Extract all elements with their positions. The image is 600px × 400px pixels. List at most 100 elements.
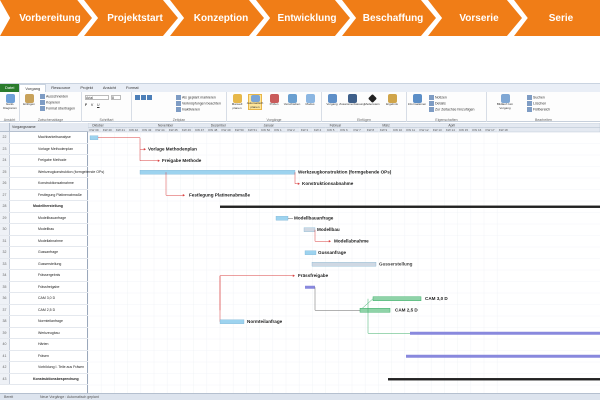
tab-vorgang[interactable]: Vorgang bbox=[19, 84, 47, 92]
information-button[interactable]: Informationen bbox=[408, 94, 426, 110]
mode-button[interactable]: Modus bbox=[303, 94, 317, 110]
task-bar-normteil[interactable] bbox=[219, 319, 245, 324]
add-to-timeline-button[interactable]: Zur Zeitachse hinzufügen bbox=[429, 107, 475, 112]
table-row[interactable]: 38 Normteilanfrage bbox=[0, 316, 88, 328]
table-row[interactable]: 41 Fräsen bbox=[0, 350, 88, 362]
copy-button[interactable]: Kopieren bbox=[40, 100, 60, 105]
table-row[interactable]: 40 Härten bbox=[0, 339, 88, 351]
button-label: Format übertragen bbox=[46, 106, 75, 111]
fill-button[interactable]: Füllbereich bbox=[527, 107, 550, 112]
font-size-select[interactable]: 8 bbox=[111, 95, 121, 100]
task-bar-purple[interactable] bbox=[305, 285, 315, 289]
tab-ansicht[interactable]: Ansicht bbox=[98, 84, 121, 92]
link-arrow[interactable] bbox=[143, 147, 146, 151]
phase-vorbereitung[interactable]: Vorbereitung bbox=[0, 0, 92, 36]
underline-button[interactable]: U bbox=[97, 103, 100, 107]
task-bar-gusserstellung[interactable] bbox=[311, 262, 377, 267]
auto-schedule-button[interactable]: Automatisch planen bbox=[247, 94, 263, 110]
task-bar-gussanfrage[interactable] bbox=[304, 250, 317, 255]
link-arrow[interactable] bbox=[292, 274, 295, 278]
table-row[interactable]: 28 Modellherstellung bbox=[0, 201, 88, 213]
insert-summary-button[interactable]: Zusammenfassung bbox=[339, 94, 365, 110]
month-label: Dezember bbox=[211, 124, 227, 128]
task-bar-fraesen[interactable] bbox=[406, 354, 600, 358]
italic-button[interactable]: K bbox=[91, 103, 93, 107]
table-row[interactable]: 43 Konstruktionsbesprechung bbox=[0, 373, 88, 385]
manual-schedule-button[interactable]: Manuell planen bbox=[230, 94, 244, 110]
week-label: KW 16 bbox=[472, 128, 481, 132]
table-row[interactable]: 33 Gusserstellung bbox=[0, 258, 88, 270]
scroll-to-task-button[interactable]: Bildlauf zum Vorgang bbox=[492, 94, 518, 110]
task-bar-werkzeugbau[interactable] bbox=[410, 331, 600, 335]
tab-format[interactable]: Format bbox=[121, 84, 144, 92]
task-bar-cam30[interactable] bbox=[372, 296, 422, 301]
gantt-label-konstruktion: Konstruktionsabnahme bbox=[302, 181, 354, 186]
task-bar-machbarkeit[interactable] bbox=[89, 135, 99, 140]
phase-serie[interactable]: Serie bbox=[514, 0, 600, 36]
progress-buttons[interactable] bbox=[135, 95, 153, 100]
phase-beschaffung[interactable]: Beschaffung bbox=[342, 0, 436, 36]
tab-datei[interactable]: Datei bbox=[0, 84, 20, 92]
gantt-chart[interactable]: Oktober November Dezember Januar Februar März… bbox=[88, 123, 600, 393]
table-row[interactable]: 35 Frässfreigabe bbox=[0, 281, 88, 293]
link-arrow[interactable] bbox=[297, 182, 300, 186]
inspect-button[interactable]: Prüfen bbox=[267, 94, 281, 110]
table-row[interactable]: 26 Konstruktionsabnahme bbox=[0, 178, 88, 190]
table-row[interactable]: 24 Freigabe Methode bbox=[0, 155, 88, 167]
bold-button[interactable]: F bbox=[85, 103, 87, 107]
table-row[interactable]: 42 Vorbildung I. Teile aus Fräsen bbox=[0, 362, 88, 374]
table-row[interactable]: 23 Vorlage Methodenplan bbox=[0, 143, 88, 155]
row-id: 31 bbox=[0, 235, 10, 246]
phase-konzeption[interactable]: Konzeption bbox=[170, 0, 264, 36]
cut-button[interactable]: Ausschneiden bbox=[40, 94, 68, 99]
phase-entwicklung[interactable]: Entwicklung bbox=[256, 0, 350, 36]
insert-milestone-button[interactable]: Meilenstein bbox=[364, 94, 380, 110]
phase-projektstart[interactable]: Projektstart bbox=[84, 0, 178, 36]
inactivate-button[interactable]: Inaktivieren bbox=[176, 107, 200, 112]
table-row[interactable]: 22 Machbarkeitsanalyse bbox=[0, 132, 88, 144]
table-row[interactable]: 36 CAM 3,0 D bbox=[0, 293, 88, 305]
table-row[interactable]: 32 Gussanfrage bbox=[0, 247, 88, 259]
details-button[interactable]: Details bbox=[429, 101, 446, 106]
task-name: Frässergebnis bbox=[38, 273, 61, 277]
clear-button[interactable]: Löschen bbox=[527, 101, 546, 106]
link-arrow[interactable] bbox=[157, 159, 160, 163]
summary-bar-konstruktion[interactable] bbox=[388, 378, 600, 381]
phase-vorserie[interactable]: Vorserie bbox=[428, 0, 522, 36]
select-all-corner[interactable] bbox=[0, 123, 10, 132]
table-row[interactable]: 30 Modellbau bbox=[0, 224, 88, 236]
paste-button[interactable]: Einfügen bbox=[22, 94, 36, 110]
gantt-view-button[interactable]: Gantt-Diagramm bbox=[3, 94, 17, 110]
format-painter-button[interactable]: Format übertragen bbox=[40, 106, 75, 111]
tab-ressource[interactable]: Ressource bbox=[46, 84, 75, 92]
dependency-link[interactable] bbox=[314, 287, 360, 311]
task-bar-modellbau[interactable] bbox=[303, 227, 316, 232]
button-label: Details bbox=[435, 101, 446, 106]
search-button[interactable]: Suchen bbox=[527, 95, 545, 100]
insert-deliverable-button[interactable]: Ergebnis bbox=[385, 94, 399, 110]
insert-task-button[interactable]: Vorgang bbox=[325, 94, 339, 110]
notes-button[interactable]: Notizen bbox=[429, 95, 447, 100]
task-bar-modellbauanfrage[interactable] bbox=[275, 216, 289, 221]
table-row[interactable]: 34 Frässergebnis bbox=[0, 270, 88, 282]
table-row[interactable]: 25 Werkzeugkonstruktion (formgebende OPs) bbox=[0, 166, 104, 178]
table-row[interactable]: 37 CAM 2,5 D bbox=[0, 304, 88, 316]
table-row[interactable]: 31 Modellabnahme bbox=[0, 235, 88, 247]
summary-bar[interactable] bbox=[220, 205, 600, 208]
task-bar-werkzeug[interactable] bbox=[139, 170, 296, 175]
table-row[interactable]: 39 Werkzeugbau bbox=[0, 327, 88, 339]
link-arrow[interactable] bbox=[328, 239, 331, 243]
row-id: 34 bbox=[0, 270, 10, 281]
link-arrow[interactable] bbox=[182, 193, 185, 197]
column-header-task-name[interactable]: Vorgangsname bbox=[12, 125, 36, 129]
table-row[interactable]: 29 Modellbauanfrage bbox=[0, 212, 88, 224]
mark-on-track-button[interactable]: Als geplant markieren bbox=[176, 95, 216, 100]
group-eigenschaften: Informationen Notizen Details Zur Zeitac… bbox=[407, 92, 487, 122]
table-row[interactable]: 27 Festlegung Platinenabmaße bbox=[0, 189, 88, 201]
move-button[interactable]: Verschieben bbox=[284, 94, 300, 110]
task-bar-cam25[interactable] bbox=[359, 308, 391, 313]
status-schedule-mode[interactable]: Neue Vorgänge : Automatisch geplant bbox=[40, 395, 99, 399]
tab-projekt[interactable]: Projekt bbox=[75, 84, 97, 92]
font-name-select[interactable]: Arial bbox=[85, 95, 109, 100]
respect-links-button[interactable]: Verknüpfungen beachten bbox=[176, 101, 221, 106]
